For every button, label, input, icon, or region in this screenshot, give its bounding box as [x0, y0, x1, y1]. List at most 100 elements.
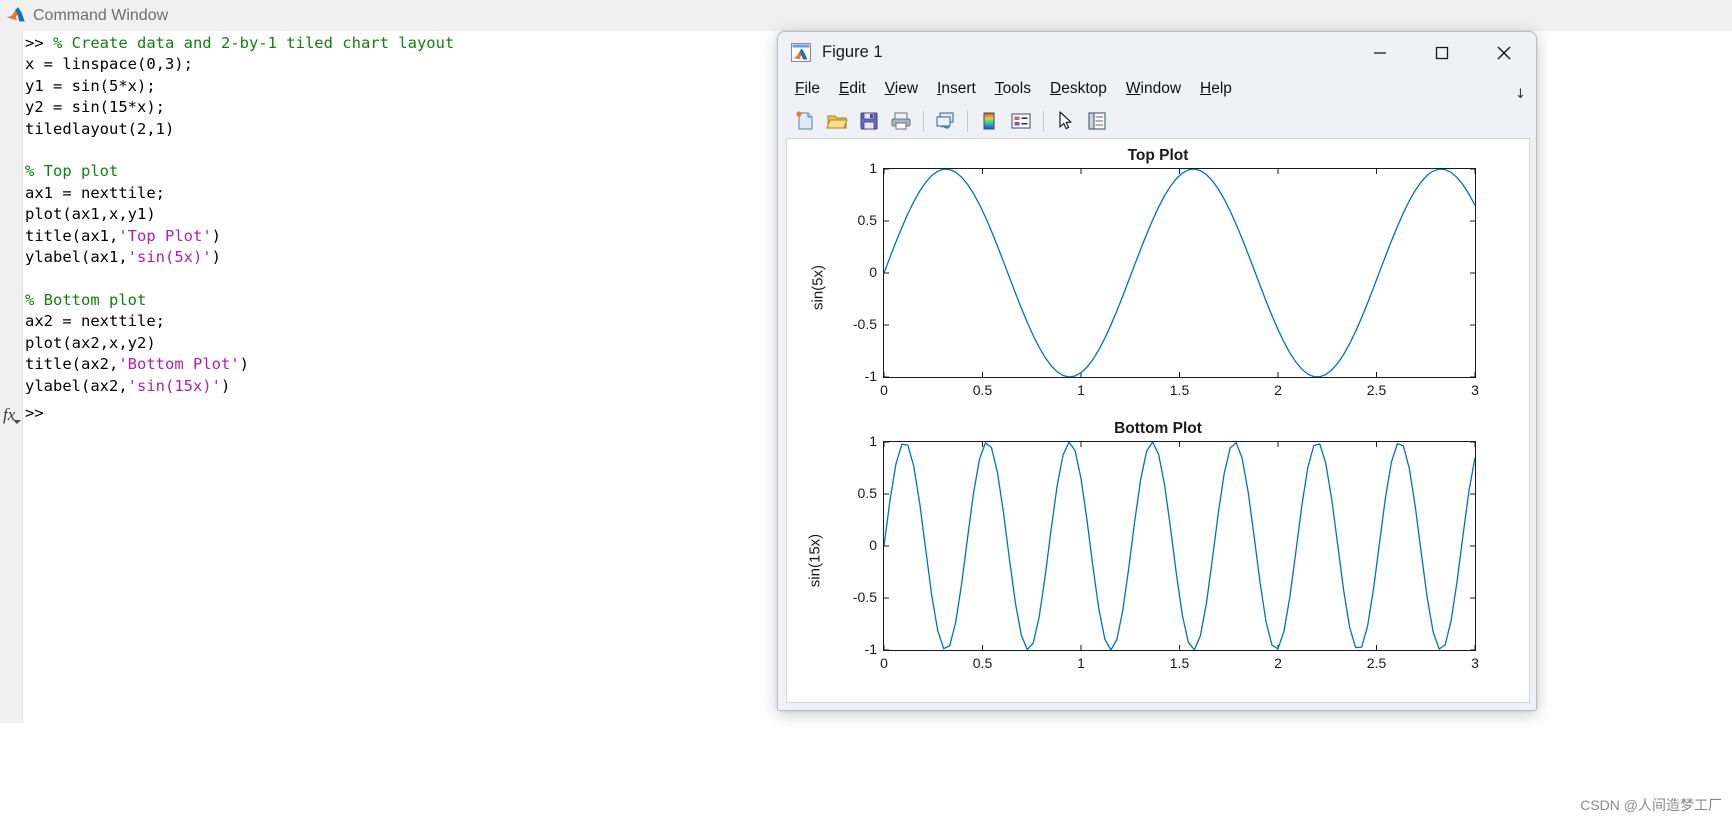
- code-token-plain: ax2 = nexttile;: [25, 312, 165, 331]
- plot-line: [884, 169, 1475, 377]
- command-line: % Top plot: [25, 161, 454, 182]
- xtick-label: 3: [1471, 382, 1479, 398]
- code-token-plain: x = linspace(0,3);: [25, 55, 193, 74]
- close-button[interactable]: [1474, 32, 1534, 73]
- command-line: ax1 = nexttile;: [25, 183, 454, 204]
- xtick-label: 1: [1077, 655, 1085, 671]
- save-figure-icon[interactable]: [855, 108, 882, 134]
- matlab-figure-icon: [791, 43, 811, 62]
- new-figure-icon[interactable]: [791, 108, 818, 134]
- code-token-plain: ylabel(ax1,: [25, 248, 128, 267]
- legend-icon[interactable]: [1007, 108, 1034, 134]
- command-line: y2 = sin(15*x);: [25, 97, 454, 118]
- command-line: ax2 = nexttile;: [25, 311, 454, 332]
- command-window-gutter: [0, 31, 23, 723]
- colorbar-icon[interactable]: [975, 108, 1002, 134]
- code-token-plain: tiledlayout(2,1): [25, 119, 175, 138]
- code-token-plain: ): [220, 376, 231, 395]
- command-window-text[interactable]: >> % Create data and 2-by-1 tiled chart …: [25, 33, 454, 397]
- ytick-label: -0.5: [852, 589, 877, 605]
- xtick-label: 0.5: [972, 655, 993, 671]
- figure-toolbar: [778, 104, 1536, 138]
- pointer-arrow-icon[interactable]: [1051, 108, 1078, 134]
- command-line: plot(ax1,x,y1): [25, 204, 454, 225]
- ytick-label: -0.5: [852, 316, 877, 332]
- xtick-label: 0: [880, 382, 888, 398]
- code-token-comment: % Top plot: [25, 162, 119, 181]
- xtick-label: 2: [1274, 382, 1282, 398]
- command-line: ylabel(ax2,'sin(15x)'): [25, 376, 454, 397]
- command-window-title: Command Window: [33, 6, 169, 24]
- matlab-logo-icon: [6, 6, 26, 25]
- command-window-titlebar: Command Window: [0, 0, 1732, 31]
- xtick-label: 1.5: [1169, 382, 1190, 398]
- menu-view[interactable]: View: [885, 80, 918, 98]
- xtick-label: 0: [880, 655, 888, 671]
- code-token-plain: y1 = sin(5*x);: [25, 76, 156, 95]
- code-token-string: 'sin(15x)': [127, 376, 221, 395]
- code-token-plain: ylabel(ax2,: [25, 376, 128, 395]
- minimize-button[interactable]: [1350, 32, 1410, 73]
- code-token-plain: y2 = sin(15*x);: [25, 98, 165, 117]
- ytick-label: 1: [869, 433, 877, 449]
- menu-window[interactable]: Window: [1126, 80, 1181, 98]
- command-prompt[interactable]: >>: [25, 404, 44, 422]
- code-token-string: 'Bottom Plot': [118, 355, 240, 374]
- top-plot-axes[interactable]: [883, 168, 1476, 378]
- command-line: [25, 268, 454, 289]
- open-file-icon[interactable]: [823, 108, 850, 134]
- xtick-label: 2.5: [1366, 655, 1387, 671]
- xtick-label: 1: [1077, 382, 1085, 398]
- code-token-string: 'sin(5x)': [127, 248, 212, 267]
- menu-desktop[interactable]: Desktop: [1050, 80, 1107, 98]
- bottom-plot-axes[interactable]: [883, 441, 1476, 651]
- xtick-label: 1.5: [1169, 655, 1190, 671]
- code-token-comment: % Create data and 2-by-1 tiled chart lay…: [53, 34, 455, 52]
- menu-insert[interactable]: Insert: [937, 80, 976, 98]
- figure-title: Figure 1: [822, 43, 883, 61]
- code-token-plain: title(ax1,: [25, 226, 119, 245]
- command-line: title(ax1,'Top Plot'): [25, 226, 454, 247]
- toolbar-separator: [967, 110, 968, 132]
- link-plot-icon[interactable]: [931, 108, 958, 134]
- ytick-label: 0: [869, 537, 877, 553]
- code-token-plain: ): [211, 226, 221, 245]
- ytick-label: 0: [869, 264, 877, 280]
- top-plot-title: Top Plot: [1127, 147, 1189, 164]
- menu-help[interactable]: Help: [1200, 80, 1232, 98]
- xtick-label: 2.5: [1366, 382, 1387, 398]
- toolbar-separator: [923, 110, 924, 132]
- command-line: x = linspace(0,3);: [25, 54, 454, 75]
- code-token-plain: plot(ax2,x,y2): [25, 333, 156, 352]
- maximize-button[interactable]: [1412, 32, 1472, 73]
- bottom-plot-title: Bottom Plot: [1114, 420, 1202, 437]
- toolbar-separator: [1043, 110, 1044, 132]
- command-line: ylabel(ax1,'sin(5x)'): [25, 247, 454, 268]
- code-token-plain: >>: [25, 34, 53, 52]
- menu-overflow-icon[interactable]: ↘: [1511, 83, 1530, 102]
- figure-canvas: Top Plot sin(5x) 1 0.5 0 -0.5 -1 0 0.5 1 1.5 2 2.…: [786, 138, 1530, 703]
- command-line: % Bottom plot: [25, 290, 454, 311]
- figure-window: Figure 1 File Edit View Insert Tools Desktop W…: [777, 31, 1537, 711]
- menu-edit[interactable]: Edit: [839, 80, 866, 98]
- watermark-text: CSDN @人间造梦工厂: [1580, 797, 1722, 813]
- menu-file[interactable]: File: [795, 80, 820, 98]
- property-inspector-icon[interactable]: [1083, 108, 1110, 134]
- command-line: >> % Create data and 2-by-1 tiled chart …: [25, 33, 454, 54]
- code-token-string: 'Top Plot': [118, 226, 212, 245]
- print-figure-icon[interactable]: [887, 108, 914, 134]
- plot-line: [884, 442, 1475, 650]
- command-line: [25, 140, 454, 161]
- code-token-comment: % Bottom plot: [25, 290, 147, 309]
- ytick-label: 1: [869, 160, 877, 176]
- code-token-plain: plot(ax1,x,y1): [25, 205, 156, 224]
- fx-dropdown-caret-icon[interactable]: [13, 420, 21, 424]
- code-token-plain: title(ax2,: [25, 355, 119, 374]
- ytick-label: 0.5: [857, 212, 877, 228]
- ytick-label: 0.5: [857, 485, 877, 501]
- code-token-plain: ): [211, 248, 221, 267]
- menu-tools[interactable]: Tools: [995, 80, 1031, 98]
- xtick-label: 0.5: [972, 382, 993, 398]
- figure-titlebar[interactable]: Figure 1: [778, 32, 1536, 73]
- command-line: plot(ax2,x,y2): [25, 333, 454, 354]
